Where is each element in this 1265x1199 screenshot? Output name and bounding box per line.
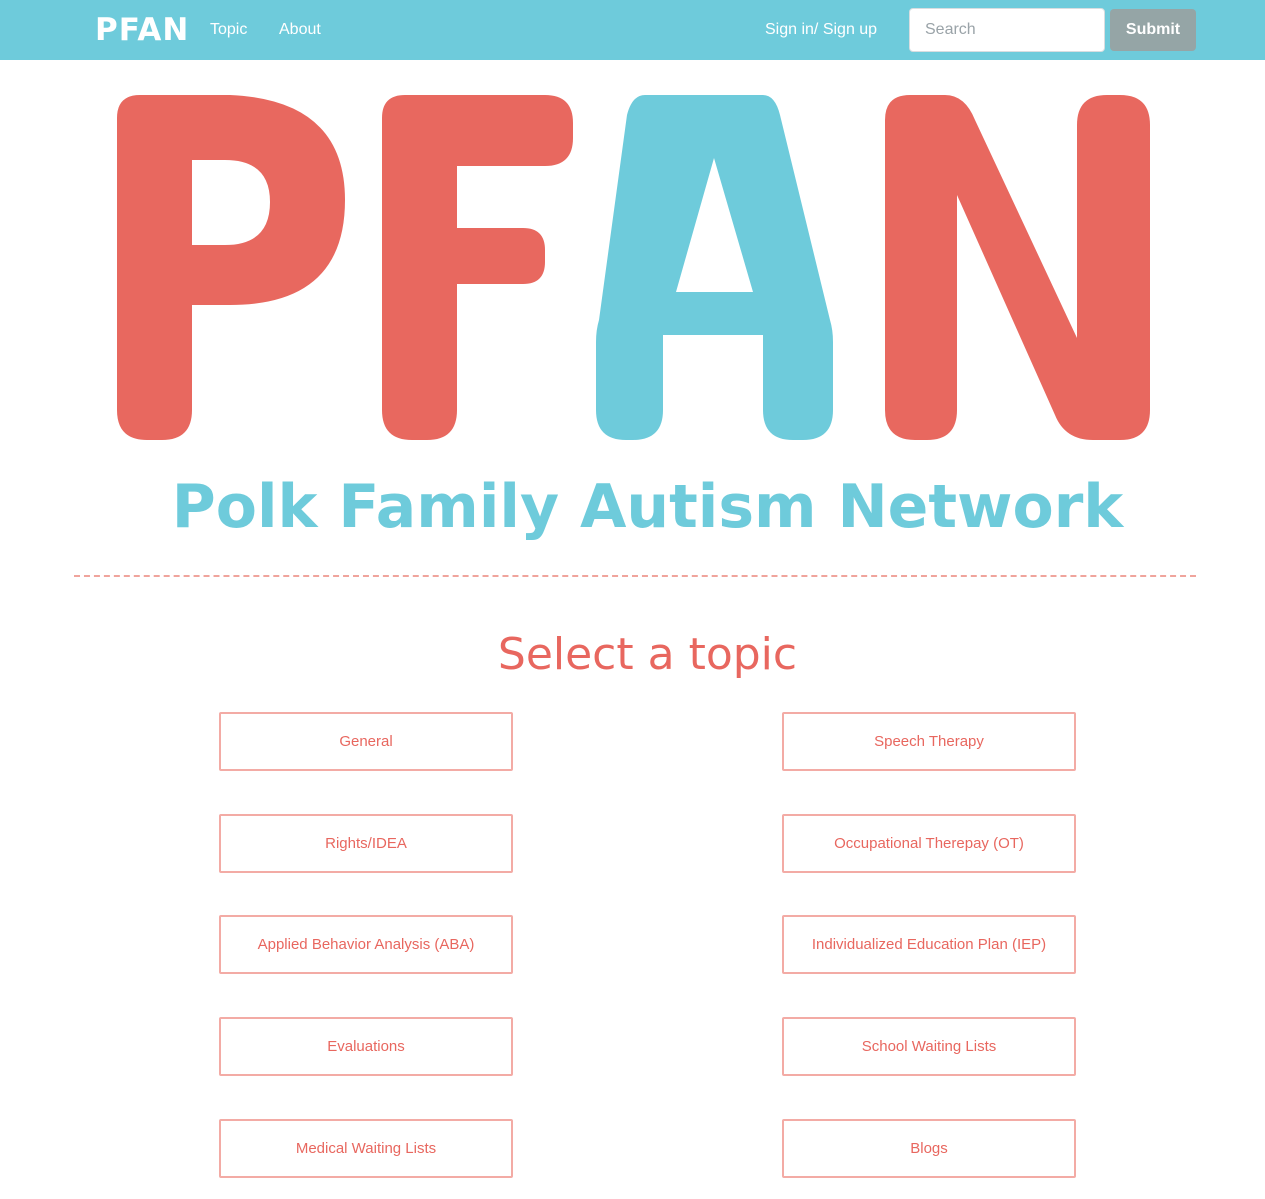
nav-topic-link[interactable]: Topic [210, 20, 247, 40]
logo-letter-p: P [117, 95, 345, 440]
topic-button-iep[interactable]: Individualized Education Plan (IEP) [782, 915, 1076, 974]
tagline: Polk Family Autism Network [171, 472, 1124, 542]
logo-letter-n: N [885, 95, 1150, 440]
topic-button-medical-waiting-lists[interactable]: Medical Waiting Lists [219, 1119, 513, 1178]
search-input[interactable] [909, 8, 1105, 52]
topic-button-school-waiting-lists[interactable]: School Waiting Lists [782, 1017, 1076, 1076]
logo-letter-a: A [596, 95, 833, 440]
sign-in-link[interactable]: Sign in/ Sign up [765, 20, 877, 40]
brand-logo-link[interactable]: PFAN [95, 11, 189, 49]
submit-button[interactable]: Submit [1110, 9, 1196, 51]
select-topic-heading: Select a topic [497, 629, 798, 680]
top-navbar: PFAN Topic About Sign in/ Sign up Submit [0, 0, 1265, 60]
topic-button-speech-therapy[interactable]: Speech Therapy [782, 712, 1076, 771]
topic-button-aba[interactable]: Applied Behavior Analysis (ABA) [219, 915, 513, 974]
pfan-logo: P F A N [117, 95, 1150, 440]
topic-button-evaluations[interactable]: Evaluations [219, 1017, 513, 1076]
topic-button-blogs[interactable]: Blogs [782, 1119, 1076, 1178]
logo-letter-f: F [382, 95, 573, 440]
topic-button-general[interactable]: General [219, 712, 513, 771]
nav-about-link[interactable]: About [279, 20, 321, 40]
topic-button-occupational-therapy[interactable]: Occupational Therepay (OT) [782, 814, 1076, 873]
topic-button-rights-idea[interactable]: Rights/IDEA [219, 814, 513, 873]
dashed-divider [74, 575, 1196, 577]
